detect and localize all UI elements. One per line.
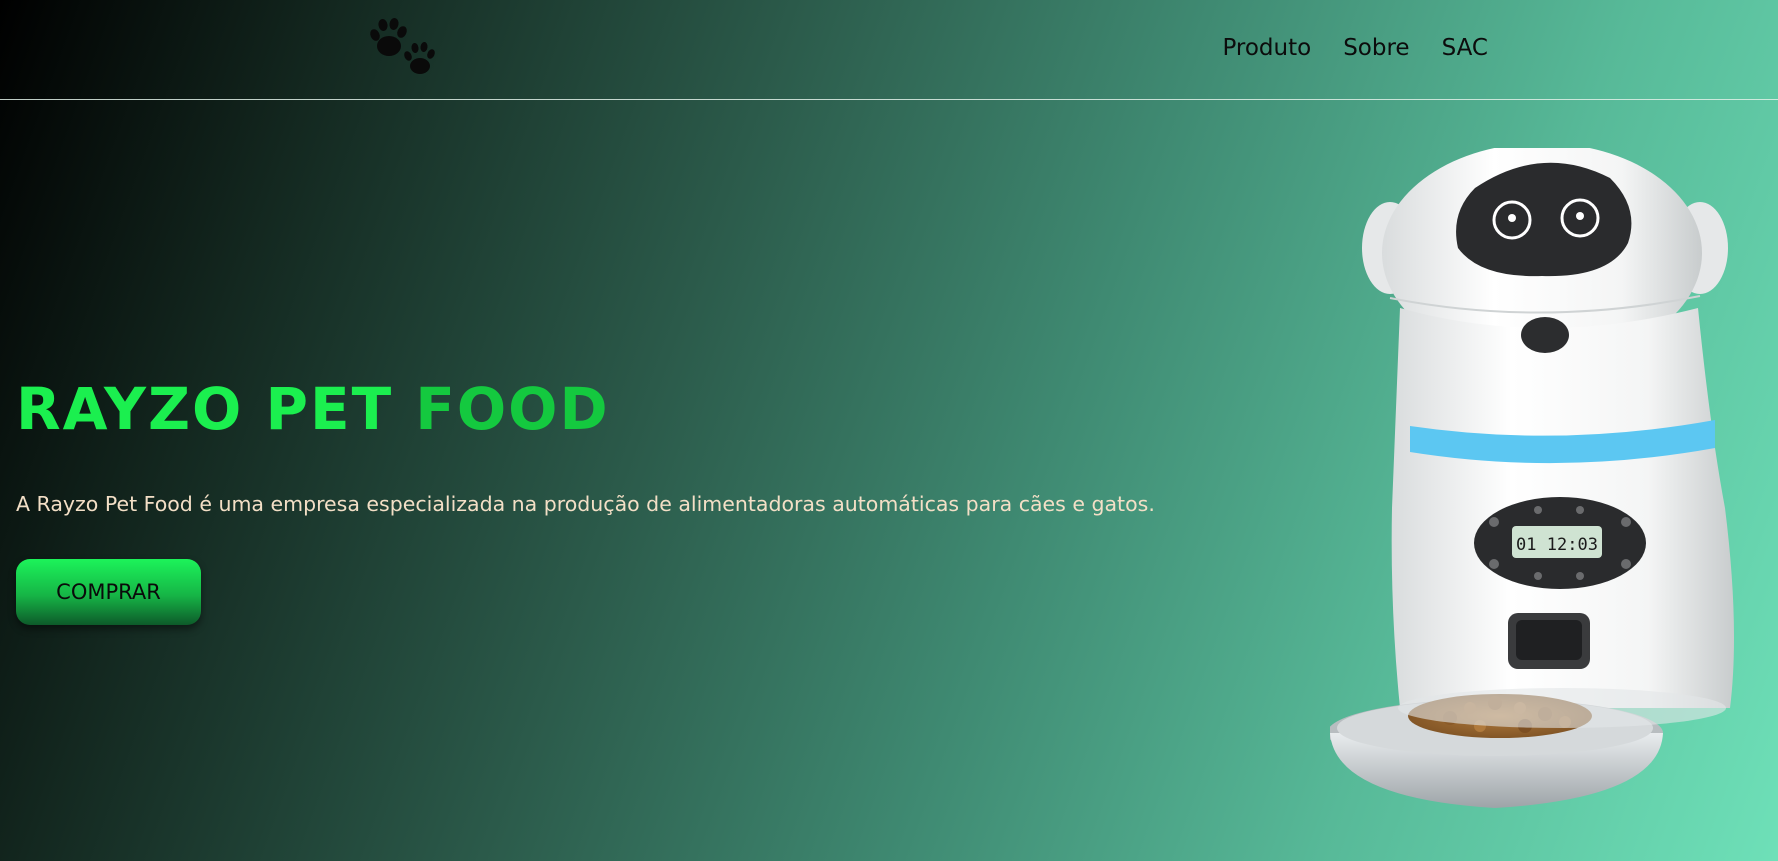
main-nav: Produto Sobre SAC	[1222, 35, 1488, 61]
hero-title: RAYZO PET FOOD	[16, 380, 610, 438]
product-image: 01 12:03	[1327, 143, 1760, 828]
buy-button[interactable]: COMPRAR	[16, 559, 201, 625]
nav-link-sac[interactable]: SAC	[1442, 35, 1488, 61]
nav-link-sobre[interactable]: Sobre	[1343, 35, 1409, 61]
hero-title-part1: RAYZO PET	[16, 375, 394, 443]
nav-link-produto[interactable]: Produto	[1222, 35, 1311, 61]
site-header: Produto Sobre SAC	[0, 0, 1778, 100]
hero-description: A Rayzo Pet Food é uma empresa especiali…	[16, 492, 1155, 516]
feeder-display: 01 12:03	[1516, 535, 1598, 555]
paw-prints-icon[interactable]	[368, 16, 440, 78]
hero-title-part2: FOOD	[415, 375, 610, 443]
